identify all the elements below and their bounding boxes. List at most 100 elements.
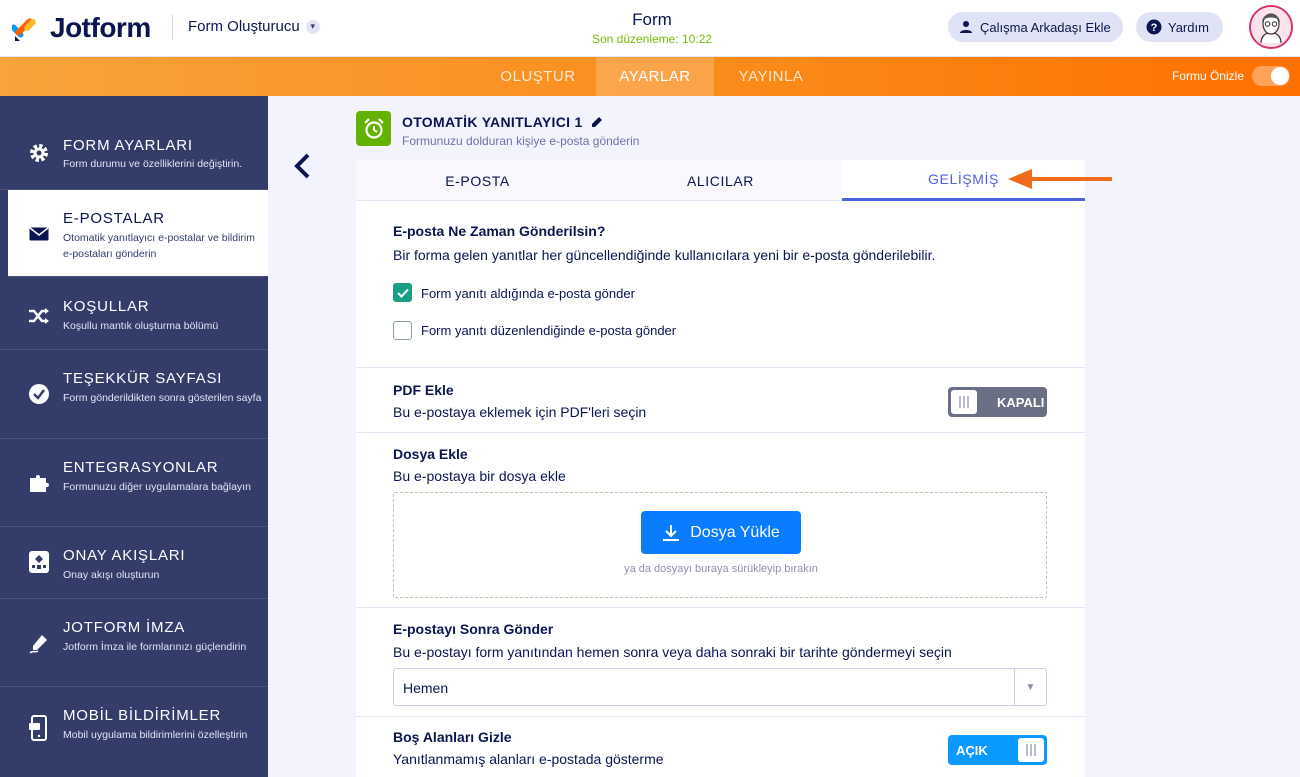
sidebar-item-desc: Formunuzu diğer uygulamalara bağlayın xyxy=(63,481,251,493)
hide-empty-toggle[interactable]: AÇIK xyxy=(948,735,1047,765)
gear-icon xyxy=(28,142,50,164)
checkbox-on-response[interactable] xyxy=(393,283,412,302)
sidebar-item-conditions[interactable]: KOŞULLAR Koşullu mantık oluşturma bölümü xyxy=(0,277,268,350)
sidebar-item-title: E-POSTALAR xyxy=(63,210,165,227)
sidebar-item-emails[interactable]: E-POSTALAR Otomatik yanıtlayıcı e-postal… xyxy=(8,190,268,277)
sidebar-item-title: TEŞEKKÜR SAYFASI xyxy=(63,370,223,387)
pdf-toggle-state: KAPALI xyxy=(997,394,1045,410)
help-button[interactable]: ? Yardım xyxy=(1136,12,1223,42)
section-divider xyxy=(356,607,1085,608)
sidebar-item-integrations[interactable]: ENTEGRASYONLAR Formunuzu diğer uygulamal… xyxy=(0,439,268,527)
tab-email[interactable]: E-POSTA xyxy=(356,160,599,201)
phone-icon xyxy=(28,715,50,741)
alarm-clock-icon xyxy=(356,111,391,146)
nav-tab-publish[interactable]: YAYINLA xyxy=(714,57,828,96)
settings-sidebar: FORM AYARLARI Form durumu ve özellikleri… xyxy=(0,96,268,777)
sidebar-item-title: MOBİL BİLDİRİMLER xyxy=(63,707,222,724)
hide-empty-title: Boş Alanları Gizle xyxy=(393,729,512,745)
file-dropzone[interactable]: Dosya Yükle ya da dosyayı buraya sürükle… xyxy=(393,492,1047,598)
sidebar-item-desc: Onay akışı oluşturun xyxy=(63,569,160,581)
file-title: Dosya Ekle xyxy=(393,446,468,462)
pdf-title: PDF Ekle xyxy=(393,382,454,398)
flow-icon xyxy=(28,551,50,573)
form-title[interactable]: Form xyxy=(550,10,754,30)
when-send-desc: Bir forma gelen yanıtlar her güncellendi… xyxy=(393,247,936,263)
sidebar-item-form-settings[interactable]: FORM AYARLARI Form durumu ve özellikleri… xyxy=(0,96,268,190)
email-tabs: E-POSTA ALICILAR GELİŞMİŞ xyxy=(356,160,1085,201)
sidebar-item-desc: Jotform İmza ile formlarınızı güçlendiri… xyxy=(63,641,247,653)
nav-tab-build[interactable]: OLUŞTUR xyxy=(480,57,596,96)
sidebar-item-thank-you[interactable]: TEŞEKKÜR SAYFASI Form gönderildikten son… xyxy=(0,350,268,439)
hide-empty-state: AÇIK xyxy=(956,742,988,758)
sidebar-item-mobile-notifications[interactable]: MOBİL BİLDİRİMLER Mobil uygulama bildiri… xyxy=(0,687,268,777)
main-nav-bar: OLUŞTUR AYARLAR YAYINLA Formu Önizle xyxy=(0,57,1300,96)
pencil-icon xyxy=(591,117,602,127)
sidebar-item-title: ONAY AKIŞLARI xyxy=(63,547,186,564)
nav-tab-settings[interactable]: AYARLAR xyxy=(596,57,714,96)
form-title-block: Form Son düzenleme: 10:22 xyxy=(550,10,754,46)
checkbox-on-edit[interactable] xyxy=(393,321,412,340)
sidebar-item-desc: Form gönderildikten sonra gösterilen say… xyxy=(63,392,262,404)
annotation-arrow-icon xyxy=(1008,169,1112,189)
check-icon xyxy=(396,288,409,298)
form-builder-dropdown[interactable]: Form Oluşturucu ▾ xyxy=(188,18,320,35)
envelope-icon xyxy=(28,223,50,245)
checkbox-label[interactable]: Form yanıtı düzenlendiğinde e-posta gönd… xyxy=(421,323,676,338)
help-label: Yardım xyxy=(1168,19,1209,35)
drop-hint: ya da dosyayı buraya sürükleyip bırakın xyxy=(624,563,818,575)
top-bar: Jotform Form Oluşturucu ▾ Form Son düzen… xyxy=(0,0,1300,57)
section-divider xyxy=(356,716,1085,717)
toggle-handle xyxy=(1018,738,1044,762)
sidebar-item-desc: Koşullu mantık oluşturma bölümü xyxy=(63,320,219,332)
chevron-down-icon: ▾ xyxy=(305,19,320,34)
autoresponder-title[interactable]: OTOMATİK YANITLAYICI 1 xyxy=(402,114,603,130)
preview-form-toggle[interactable]: Formu Önizle xyxy=(1172,66,1290,86)
caret-down-icon: ▼ xyxy=(1014,669,1046,705)
jotform-logo[interactable]: Jotform xyxy=(12,12,151,44)
back-button[interactable] xyxy=(290,152,314,180)
sidebar-item-desc: Mobil uygulama bildirimlerini özelleştir… xyxy=(63,729,248,741)
help-icon: ? xyxy=(1146,19,1162,35)
sidebar-item-desc: Form durumu ve özelliklerini değiştirin. xyxy=(63,158,243,170)
section-divider xyxy=(356,367,1085,368)
send-later-select[interactable]: Hemen ▼ xyxy=(393,668,1047,706)
chevron-left-icon xyxy=(294,153,310,179)
user-icon xyxy=(958,19,974,35)
builder-label: Form Oluşturucu xyxy=(188,18,300,35)
when-send-title: E-posta Ne Zaman Gönderilsin? xyxy=(393,223,606,239)
preview-label: Formu Önizle xyxy=(1171,69,1244,83)
shuffle-icon xyxy=(28,305,50,327)
preview-switch[interactable] xyxy=(1252,66,1290,86)
email-settings-card: E-POSTA ALICILAR GELİŞMİŞ E-posta Ne Zam… xyxy=(356,160,1085,777)
send-later-value: Hemen xyxy=(403,680,449,696)
sidebar-item-desc: Otomatik yanıtlayıcı e-postalar ve bildi… xyxy=(63,232,255,260)
add-collaborator-button[interactable]: Çalışma Arkadaşı Ekle xyxy=(948,12,1123,42)
svg-text:?: ? xyxy=(1151,22,1158,34)
section-divider xyxy=(356,432,1085,433)
avatar[interactable] xyxy=(1249,5,1293,49)
sidebar-item-jotform-sign[interactable]: JOTFORM İMZA Jotform İmza ile formlarını… xyxy=(0,599,268,687)
upload-file-button[interactable]: Dosya Yükle xyxy=(641,511,801,554)
autoresponder-subtitle: Formunuzu dolduran kişiye e-posta gönder… xyxy=(402,134,640,148)
check-circle-icon xyxy=(28,383,50,405)
sidebar-item-title: JOTFORM İMZA xyxy=(63,619,186,636)
sidebar-item-approval-flows[interactable]: ONAY AKIŞLARI Onay akışı oluşturun xyxy=(0,527,268,599)
jotform-logo-icon xyxy=(12,18,36,41)
header-divider xyxy=(172,14,173,40)
toggle-handle xyxy=(951,390,977,414)
autoresponder-title-text: OTOMATİK YANITLAYICI 1 xyxy=(402,114,583,130)
sidebar-item-title: FORM AYARLARI xyxy=(63,137,193,154)
checkbox-label[interactable]: Form yanıtı aldığında e-posta gönder xyxy=(421,286,635,301)
pdf-toggle[interactable]: KAPALI xyxy=(948,387,1047,417)
hide-empty-desc: Yanıtlanmamış alanları e-postada gösterm… xyxy=(393,751,664,767)
logo-text: Jotform xyxy=(50,12,151,43)
download-icon xyxy=(663,524,680,541)
sidebar-item-title: KOŞULLAR xyxy=(63,298,150,315)
send-later-title: E-postayı Sonra Gönder xyxy=(393,621,554,637)
puzzle-icon xyxy=(28,472,50,494)
tab-recipients[interactable]: ALICILAR xyxy=(599,160,842,201)
add-collaborator-label: Çalışma Arkadaşı Ekle xyxy=(980,19,1111,35)
sidebar-item-title: ENTEGRASYONLAR xyxy=(63,459,219,476)
last-edited: Son düzenleme: 10:22 xyxy=(591,32,713,46)
send-later-desc: Bu e-postayı form yanıtından hemen sonra… xyxy=(393,644,952,660)
